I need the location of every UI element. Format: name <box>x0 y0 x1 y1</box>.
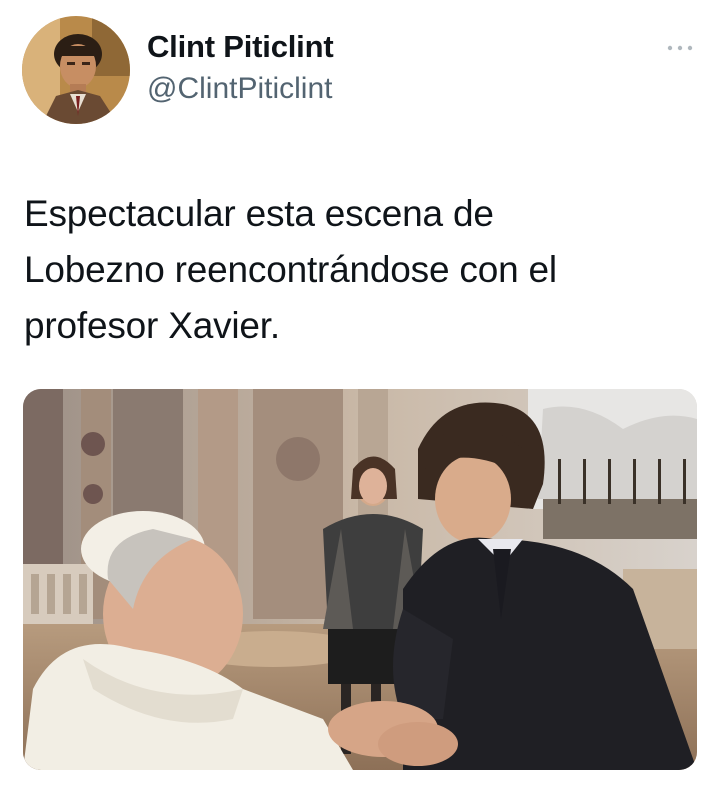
attached-photo <box>23 389 697 770</box>
tweet-text: Espectacular esta escena de Lobezno reen… <box>24 193 557 346</box>
more-horizontal-icon <box>667 45 693 51</box>
more-options-button[interactable] <box>662 36 698 60</box>
author-handle[interactable]: @ClintPiticlint <box>147 70 333 108</box>
tweet-card: Clint Piticlint @ClintPiticlint Espectac… <box>0 0 720 796</box>
author-info: Clint Piticlint @ClintPiticlint <box>147 28 334 108</box>
author-display-name[interactable]: Clint Piticlint <box>147 28 334 66</box>
tweet-photo[interactable] <box>23 389 697 770</box>
author-avatar[interactable] <box>22 16 130 124</box>
avatar-photo-icon <box>22 16 130 124</box>
